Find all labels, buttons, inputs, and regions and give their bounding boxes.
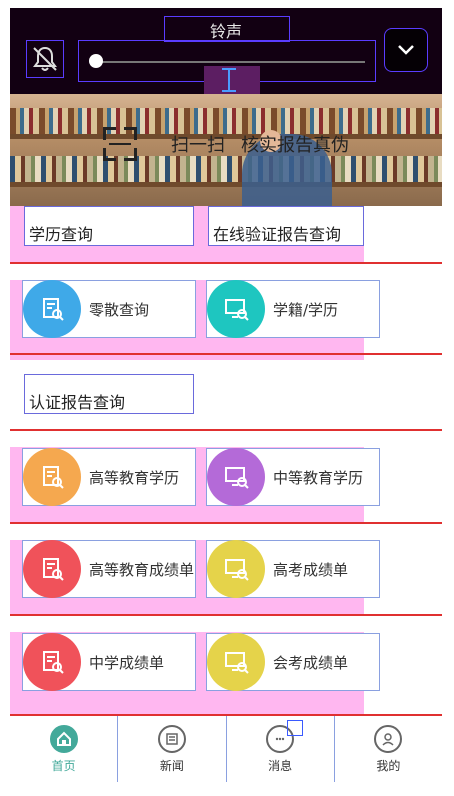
- tab-home[interactable]: 首页: [10, 716, 119, 782]
- scan-icon: [103, 127, 137, 161]
- document-search-icon: [23, 280, 81, 338]
- item-label: 零散查询: [89, 300, 150, 319]
- bottom-tab-bar: 首页 新闻 消息 我的: [10, 714, 442, 782]
- item-gaokao-transcript[interactable]: 高考成绩单: [206, 540, 380, 598]
- item-scattered-query[interactable]: 零散查询: [22, 280, 196, 338]
- item-label: 高等教育成绩单: [89, 560, 195, 579]
- shelf-board: [10, 182, 442, 187]
- tab-label: 新闻: [159, 758, 184, 773]
- document-search-icon: [23, 633, 81, 691]
- tab-label: 消息: [268, 758, 293, 773]
- chevron-down-icon: [398, 45, 414, 55]
- monitor-search-icon: [207, 448, 265, 506]
- item-higher-education[interactable]: 高等教育学历: [22, 448, 196, 506]
- spacer: [10, 264, 442, 280]
- item-huikao-transcript[interactable]: 会考成绩单: [206, 633, 380, 691]
- profile-icon: [374, 724, 403, 753]
- banner: 扫一扫 核实报告真伪: [10, 94, 442, 206]
- verify-report-label[interactable]: 核实报告真伪: [241, 131, 349, 157]
- message-badge-box: [286, 720, 303, 736]
- volume-title: 铃声: [209, 22, 242, 41]
- item-label: 会考成绩单: [273, 653, 349, 672]
- item-label: 中等教育学历: [273, 468, 364, 487]
- section-title-certification: 认证报告查询: [24, 374, 194, 414]
- tab-label: 我的: [376, 758, 401, 773]
- volume-panel: 铃声: [10, 8, 442, 94]
- item-label: 高考成绩单: [273, 560, 349, 579]
- text-cursor-icon: [222, 68, 236, 92]
- online-verify-link[interactable]: 在线验证报告查询: [208, 206, 364, 246]
- volume-track: [95, 61, 365, 63]
- bell-mute-icon[interactable]: [26, 40, 64, 78]
- item-label: 高等教育学历: [89, 468, 180, 487]
- section-title-education: 学历查询: [24, 206, 194, 246]
- monitor-search-icon: [207, 280, 265, 338]
- item-higher-education-transcript[interactable]: 高等教育成绩单: [22, 540, 196, 598]
- monitor-search-icon: [207, 633, 265, 691]
- spacer: [364, 354, 442, 362]
- divider: [10, 353, 442, 355]
- document-search-icon: [23, 448, 81, 506]
- item-student-status[interactable]: 学籍/学历: [206, 280, 380, 338]
- monitor-search-icon: [207, 540, 265, 598]
- volume-expand-button[interactable]: [384, 28, 428, 72]
- tab-news[interactable]: 新闻: [118, 716, 227, 782]
- volume-knob[interactable]: [89, 54, 103, 68]
- tab-messages[interactable]: 消息: [227, 716, 335, 782]
- tab-label: 首页: [51, 758, 76, 773]
- scan-label[interactable]: 扫一扫: [171, 131, 225, 157]
- document-search-icon: [23, 540, 81, 598]
- scan-bar[interactable]: 扫一扫 核实报告真伪: [10, 120, 442, 168]
- news-icon: [157, 724, 186, 753]
- item-label: 中学成绩单: [89, 653, 165, 672]
- tab-profile[interactable]: 我的: [335, 716, 442, 782]
- home-icon: [49, 724, 78, 753]
- item-secondary-education[interactable]: 中等教育学历: [206, 448, 380, 506]
- app-screen: 铃声 扫一扫 核实报告真伪 学历查询 在线验证报告查询 零散查询 学籍/学历 认…: [10, 8, 442, 788]
- spacer: [10, 524, 442, 540]
- item-label: 学籍/学历: [273, 300, 339, 319]
- spacer: [10, 616, 442, 632]
- item-middle-school-transcript[interactable]: 中学成绩单: [22, 633, 196, 691]
- spacer: [364, 206, 442, 262]
- spacer: [10, 431, 442, 447]
